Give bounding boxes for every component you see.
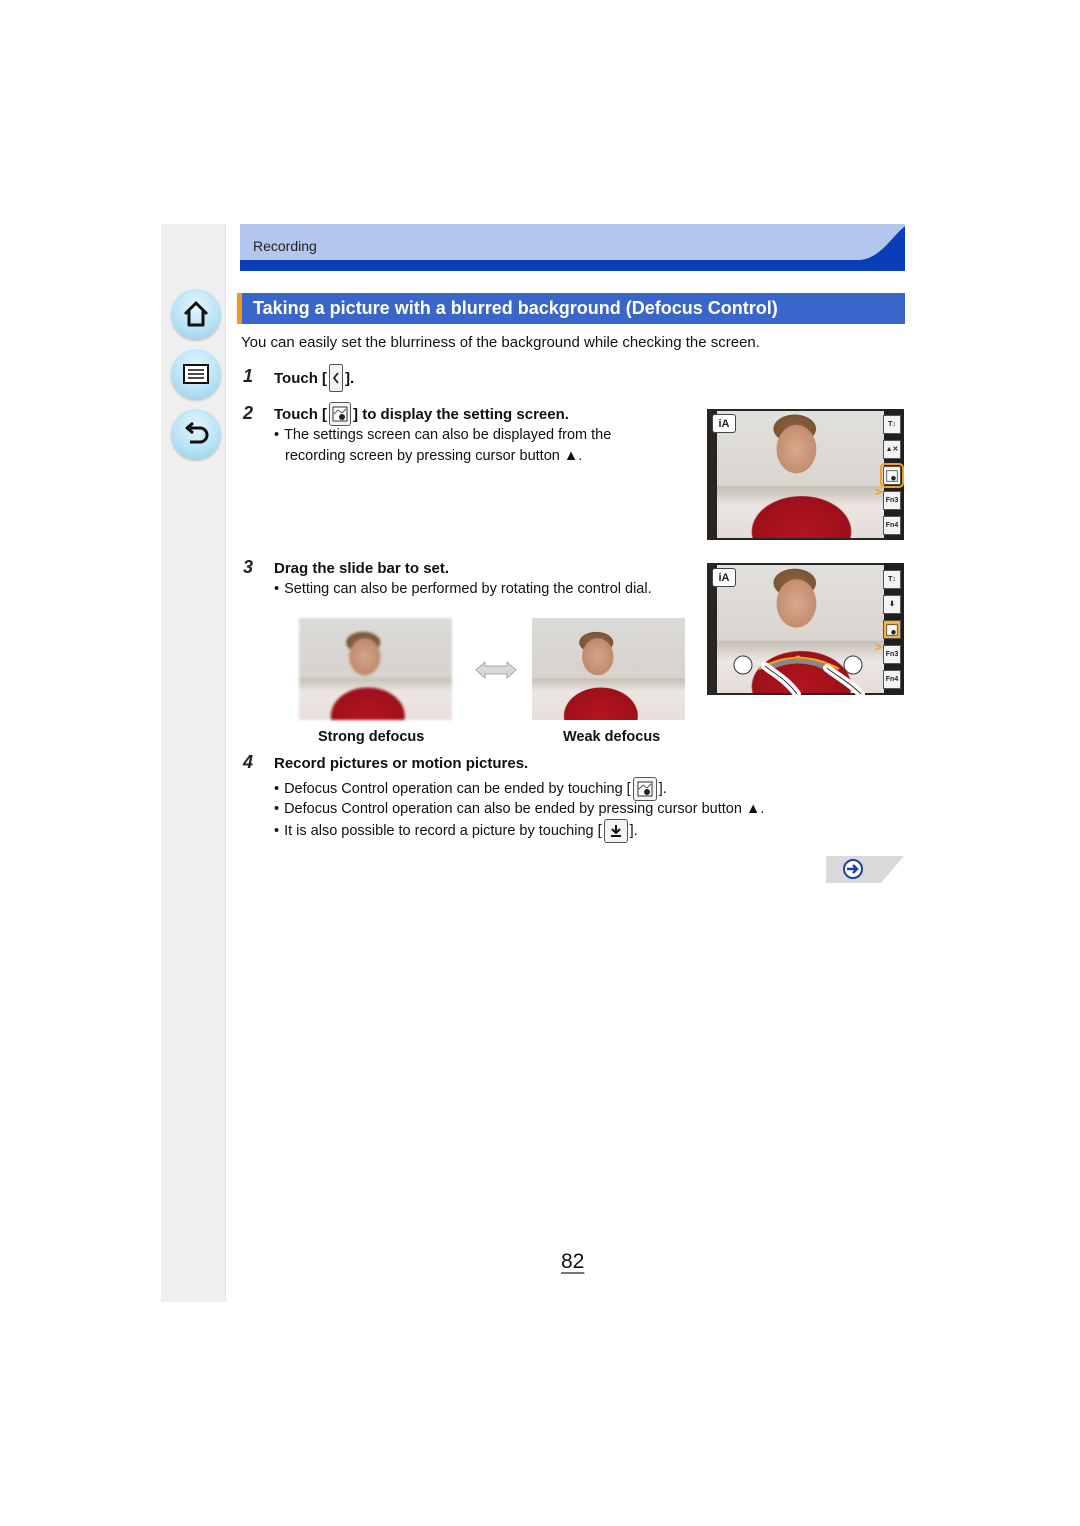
bullet-text: Defocus Control operation can be ended b… bbox=[284, 781, 631, 797]
bullet-text: recording screen by pressing cursor butt… bbox=[285, 448, 583, 464]
step-number: 1 bbox=[243, 366, 254, 386]
shutter-icon bbox=[603, 819, 628, 843]
list-icon bbox=[183, 364, 209, 384]
step-2-title: Touch [ ] to display the setting screen. bbox=[274, 402, 569, 426]
hand-gesture-icon bbox=[761, 662, 865, 695]
strong-defocus-label: Strong defocus bbox=[318, 729, 425, 745]
bullet-text: The settings screen can also be displaye… bbox=[284, 427, 612, 443]
camera-screen-slider: iA T↕ ⬇ > Fn3 Fn4 bbox=[707, 563, 904, 695]
back-button[interactable] bbox=[171, 409, 221, 459]
exposure-button[interactable]: ▲✕ bbox=[883, 440, 901, 459]
bullet-text: It is also possible to record a picture … bbox=[284, 823, 602, 839]
return-arrow-icon bbox=[185, 421, 209, 444]
defocus-control-icon bbox=[632, 777, 657, 801]
strong-defocus-image bbox=[299, 618, 452, 720]
bullet-text: Setting can also be performed by rotatin… bbox=[284, 581, 652, 597]
step-number: 4 bbox=[243, 752, 254, 772]
page-number[interactable]: 82 bbox=[561, 1250, 584, 1274]
defocus-control-button[interactable] bbox=[880, 463, 904, 488]
intelligent-auto-badge: iA bbox=[712, 414, 736, 433]
step-1-title: Touch [ ]. bbox=[274, 364, 354, 392]
defocus-control-icon bbox=[329, 402, 352, 426]
intro-text: You can easily set the blurriness of the… bbox=[241, 334, 760, 351]
double-arrow-icon bbox=[475, 660, 517, 680]
step-3-title: Drag the slide bar to set. bbox=[274, 560, 450, 577]
home-button[interactable] bbox=[171, 289, 221, 339]
step-number: 3 bbox=[243, 557, 254, 577]
bullet-item: • Defocus Control operation can be ended … bbox=[274, 777, 667, 801]
home-icon bbox=[183, 301, 209, 327]
bullet-item: • Setting can also be performed by rotati… bbox=[274, 581, 652, 597]
fn4-button[interactable]: Fn4 bbox=[883, 516, 901, 535]
step-text: ]. bbox=[345, 369, 355, 387]
section-title-bar: Taking a picture with a blurred backgrou… bbox=[237, 293, 905, 324]
weak-defocus-image bbox=[532, 618, 685, 720]
bullet-text: ]. bbox=[658, 781, 667, 797]
contents-button[interactable] bbox=[171, 349, 221, 399]
bullet-item: • The settings screen can also be display… bbox=[274, 427, 612, 443]
step-text: Touch [ bbox=[274, 369, 328, 387]
camera-preview-photo bbox=[717, 411, 886, 538]
bullet-text: ]. bbox=[629, 823, 638, 839]
next-page-arrow-icon bbox=[843, 859, 863, 879]
step-text: ] to display the setting screen. bbox=[353, 405, 569, 423]
next-page-button[interactable] bbox=[826, 856, 904, 883]
step-text: Touch [ bbox=[274, 405, 328, 423]
chevron-right-icon: > bbox=[874, 485, 882, 499]
section-title: Taking a picture with a blurred backgrou… bbox=[253, 298, 778, 318]
bullet-text: Defocus Control operation can also be en… bbox=[284, 801, 765, 817]
bullet-item: • Defocus Control operation can also be e… bbox=[274, 801, 765, 817]
title-accent bbox=[237, 293, 242, 324]
step-4-title: Record pictures or motion pictures. bbox=[274, 755, 529, 772]
zoom-tw-button[interactable]: T↕ bbox=[883, 415, 901, 434]
bullet-item: • It is also possible to record a picture… bbox=[274, 819, 638, 843]
tab-open-icon bbox=[329, 364, 344, 392]
weak-defocus-label: Weak defocus bbox=[563, 729, 661, 745]
camera-screen-menu: iA T↕ ▲✕ > Fn3 Fn4 bbox=[707, 409, 904, 540]
section-label: Recording bbox=[253, 238, 317, 254]
section-header-band bbox=[240, 224, 905, 271]
fn3-button[interactable]: Fn3 bbox=[883, 491, 901, 510]
step-number: 2 bbox=[243, 403, 254, 423]
bullet-continuation: recording screen by pressing cursor butt… bbox=[285, 448, 582, 464]
